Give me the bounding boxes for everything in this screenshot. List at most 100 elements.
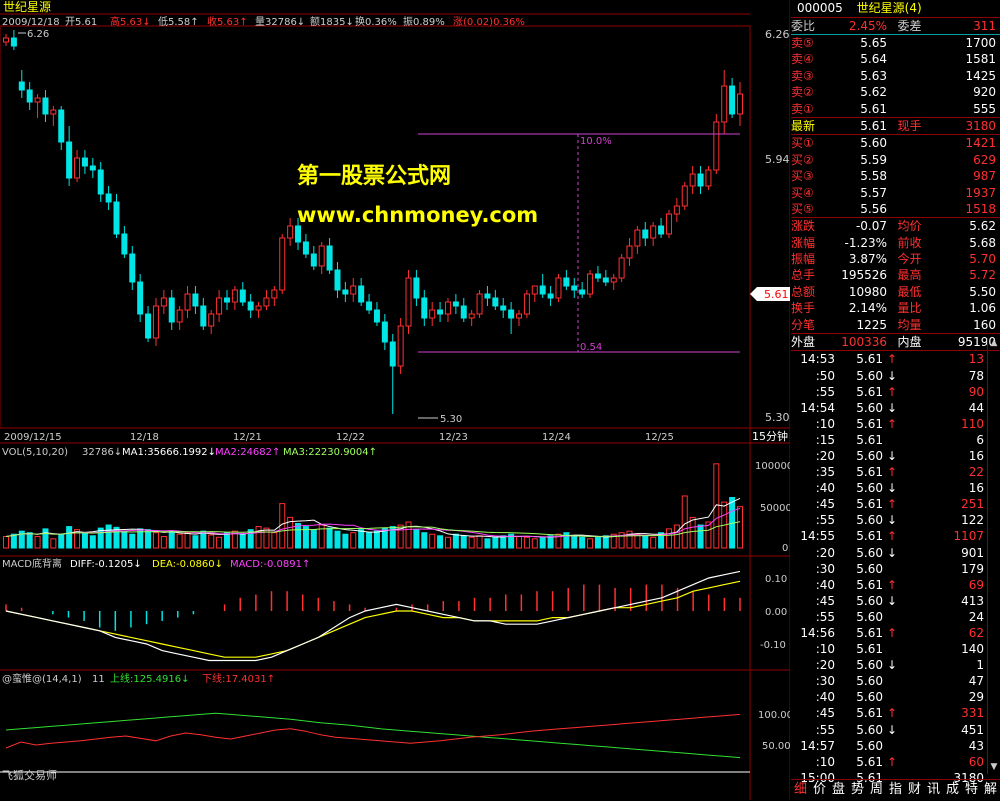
latest-row: 最新 5.61 现手 3180 bbox=[791, 116, 1000, 136]
down-arrow-icon: ↓ bbox=[886, 400, 898, 415]
tick-volume: 6 bbox=[976, 432, 984, 447]
tick-volume: 251 bbox=[961, 497, 984, 512]
ask-label: 卖③ bbox=[791, 68, 814, 83]
volume-bar bbox=[421, 532, 428, 549]
tick-row: :20 5.60 ↓ 1 bbox=[791, 657, 1000, 673]
volume-bar bbox=[516, 536, 523, 549]
volume-header: VOL(5,10,20) 32786↓ MA1:35666.1992↓ MA2:… bbox=[2, 447, 377, 458]
pct-top-label: 10.0% bbox=[580, 136, 612, 147]
header-turnover: 换0.36% bbox=[355, 15, 397, 28]
volume-bar bbox=[192, 535, 199, 549]
tick-price: 5.60 bbox=[856, 658, 883, 673]
tick-volume: 140 bbox=[961, 642, 984, 657]
volume-bar bbox=[326, 527, 333, 549]
scroll-up-arrow[interactable]: ▲ bbox=[988, 338, 1000, 348]
bottom-tab-4[interactable]: 周 bbox=[867, 780, 886, 801]
bottom-tab-6[interactable]: 财 bbox=[905, 780, 924, 801]
bid-volume: 629 bbox=[973, 152, 996, 167]
volume-bar bbox=[602, 535, 609, 549]
volume-bar bbox=[437, 535, 444, 549]
weibi-row: 委比 2.45% 委差 311 bbox=[791, 17, 1000, 35]
stat-label: 分笔 bbox=[791, 317, 816, 332]
candle-body bbox=[373, 309, 380, 323]
quote-panel: 000005 世纪星源(4) 委比 2.45% 委差 311 卖⑤ 5.65 1700 卖④… bbox=[791, 0, 1000, 800]
candle-body bbox=[334, 269, 341, 291]
latest-price: 5.61 bbox=[860, 118, 887, 133]
current-price-tag: 5.61 bbox=[750, 287, 790, 301]
candle-body bbox=[18, 81, 25, 91]
volume-bar bbox=[129, 533, 136, 549]
candle-body bbox=[66, 141, 73, 179]
tick-price: 5.60 bbox=[856, 674, 883, 689]
bottom-tab-10[interactable]: 解 bbox=[981, 780, 1000, 801]
date-label: 12/23 bbox=[439, 432, 468, 443]
candle-body bbox=[295, 225, 302, 243]
tick-row: 14:56 5.61 ↑ 62 bbox=[791, 625, 1000, 641]
macd-diff: DIFF:-0.1205↓ bbox=[70, 559, 142, 570]
tick-row: :30 5.60 179 bbox=[791, 561, 1000, 577]
ask-row: 卖④ 5.64 1581 bbox=[791, 51, 1000, 67]
candle-body bbox=[421, 297, 428, 319]
bid-row: 买③ 5.58 987 bbox=[791, 168, 1000, 184]
candle-body bbox=[563, 277, 570, 287]
candle-body bbox=[42, 97, 49, 115]
bottom-tab-2[interactable]: 盘 bbox=[829, 780, 848, 801]
candle-body bbox=[381, 321, 388, 343]
macd-axis-label: 0.00 bbox=[765, 607, 787, 618]
bid-table: 买① 5.60 1421 买② 5.59 629 买③ 5.58 987 买④ 5.57 1937 买⑤… bbox=[791, 135, 1000, 217]
ask-label: 卖② bbox=[791, 85, 814, 100]
kline-chart-area[interactable]: 世纪星源 2009/12/18 开5.61 高5.63↓ 低5.58↑ 收5.6… bbox=[0, 0, 790, 800]
outer-inner-row: 外盘 100336 内盘 95190 bbox=[791, 333, 1000, 352]
volume-bar bbox=[10, 533, 17, 549]
volume-bar bbox=[689, 516, 696, 549]
tick-list[interactable]: 14:53 5.61 ↑ 13:50 5.60 ↓ 78:55 5.61 ↑ 90 14:54 5.6… bbox=[791, 351, 1000, 786]
bid-price: 5.57 bbox=[860, 185, 887, 200]
tick-price: 5.61 bbox=[856, 706, 883, 721]
candle-body bbox=[239, 289, 246, 303]
tick-row: 14:57 5.60 43 bbox=[791, 738, 1000, 754]
candle-body bbox=[413, 277, 420, 299]
bid-price: 5.58 bbox=[860, 169, 887, 184]
bottom-tab-0[interactable]: 细 bbox=[791, 780, 810, 801]
bottom-tab-3[interactable]: 势 bbox=[848, 780, 867, 801]
weici-label: 委差 bbox=[897, 19, 922, 33]
stat-value: 5.68 bbox=[969, 235, 996, 250]
bottom-tab-9[interactable]: 特 bbox=[962, 780, 981, 801]
candle-body bbox=[673, 205, 680, 215]
bottom-tab-5[interactable]: 指 bbox=[886, 780, 905, 801]
candle-body bbox=[579, 289, 586, 295]
no-arrow bbox=[883, 738, 901, 754]
ind-axis-label: 100.00 bbox=[758, 710, 790, 721]
ask-volume: 920 bbox=[973, 85, 996, 100]
bid-price: 5.60 bbox=[860, 136, 887, 151]
period-button[interactable]: 15分钟 bbox=[752, 429, 788, 443]
header-close: 收5.63↑ bbox=[207, 15, 248, 28]
vol-value: 32786↓ bbox=[82, 447, 122, 458]
tick-time: :55 bbox=[815, 722, 835, 737]
latest-inner: 最新 5.61 现手 3180 bbox=[791, 118, 1000, 134]
tick-volume: 16 bbox=[968, 448, 984, 463]
tick-scrollbar[interactable]: ▲ ▼ bbox=[987, 338, 1000, 774]
tick-volume: 90 bbox=[968, 384, 984, 399]
footer-label: 飞狐交易师 bbox=[2, 768, 57, 782]
no-arrow bbox=[883, 689, 901, 705]
volume-bar bbox=[239, 533, 246, 549]
header-open: 开5.61 bbox=[65, 17, 97, 28]
tick-volume: 47 bbox=[968, 674, 984, 689]
ask-table: 卖⑤ 5.65 1700 卖④ 5.64 1581 卖③ 5.63 1425 卖② 5.62 920 卖… bbox=[791, 35, 1000, 117]
ask-volume: 1700 bbox=[965, 36, 996, 50]
header-amplitude: 振0.89% bbox=[403, 15, 445, 28]
ask-price: 5.64 bbox=[860, 52, 887, 67]
bottom-tab-7[interactable]: 讯 bbox=[924, 780, 943, 801]
candle-body bbox=[271, 289, 278, 299]
tick-price: 5.61 bbox=[856, 529, 883, 544]
volume-bar bbox=[587, 538, 594, 549]
tick-price: 5.60 bbox=[856, 368, 883, 383]
scroll-down-arrow[interactable]: ▼ bbox=[988, 762, 1000, 772]
tick-time: :50 bbox=[815, 368, 835, 383]
ind-upper: 上线:125.4916↓ bbox=[110, 672, 189, 685]
tick-row: :20 5.60 ↓ 901 bbox=[791, 545, 1000, 561]
bottom-tab-1[interactable]: 价 bbox=[810, 780, 829, 801]
bottom-tab-8[interactable]: 成 bbox=[943, 780, 962, 801]
tick-volume: 16 bbox=[968, 481, 984, 496]
